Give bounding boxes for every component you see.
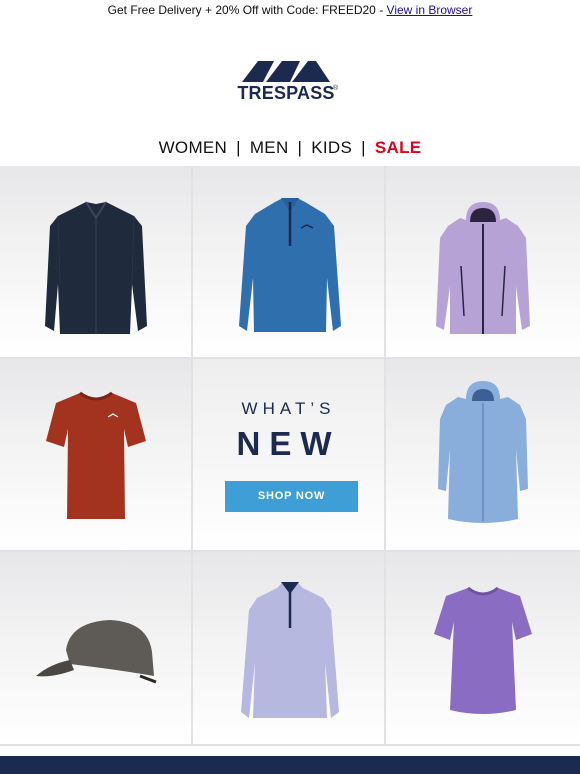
nav-separator: |: [361, 138, 366, 157]
red-tshirt-image: [46, 391, 146, 519]
nav-kids[interactable]: KIDS: [311, 138, 352, 157]
product-tile-lavender-fleece[interactable]: [193, 552, 386, 746]
nav-sale[interactable]: SALE: [375, 138, 422, 157]
whats-new-promo: WHAT’S NEW SHOP NOW: [193, 359, 386, 552]
logo-mountain-icon: [242, 61, 330, 82]
brand-logo[interactable]: TRESPASS ®: [232, 58, 348, 104]
lilac-jacket-image: [436, 202, 530, 334]
promo-text: Get Free Delivery + 20% Off with Code: F…: [107, 3, 387, 17]
product-grid: WHAT’S NEW SHOP NOW: [0, 166, 580, 746]
nav-separator: |: [297, 138, 303, 157]
product-tile-purple-tshirt[interactable]: [386, 552, 580, 746]
product-tile-red-tshirt[interactable]: [0, 359, 193, 552]
main-nav: WOMEN | MEN | KIDS | SALE: [0, 138, 580, 158]
product-tile-light-blue-jacket[interactable]: [386, 359, 580, 552]
product-tile-grey-cap[interactable]: [0, 552, 193, 746]
shop-now-button[interactable]: SHOP NOW: [225, 481, 358, 512]
purple-tshirt-image: [434, 586, 532, 714]
product-tile-navy-jacket[interactable]: [0, 166, 193, 359]
logo-registered-mark: ®: [333, 85, 339, 92]
promo-bar: Get Free Delivery + 20% Off with Code: F…: [0, 0, 580, 22]
footer-band: [0, 756, 580, 774]
nav-women[interactable]: WOMEN: [159, 138, 228, 157]
product-tile-lilac-jacket[interactable]: [386, 166, 580, 359]
new-heading: NEW: [236, 425, 341, 462]
whats-new-heading: WHAT’S: [241, 399, 336, 418]
blue-fleece-image: [239, 198, 341, 332]
nav-separator: |: [236, 138, 241, 157]
view-in-browser-link[interactable]: View in Browser: [387, 3, 473, 17]
product-tile-blue-fleece[interactable]: [193, 166, 386, 359]
grey-cap-image: [36, 620, 157, 684]
light-blue-jacket-image: [438, 381, 528, 523]
nav-men[interactable]: MEN: [250, 138, 289, 157]
navy-jacket-image: [45, 201, 147, 334]
lavender-fleece-image: [241, 582, 339, 718]
logo-wordmark: TRESPASS: [237, 83, 335, 103]
